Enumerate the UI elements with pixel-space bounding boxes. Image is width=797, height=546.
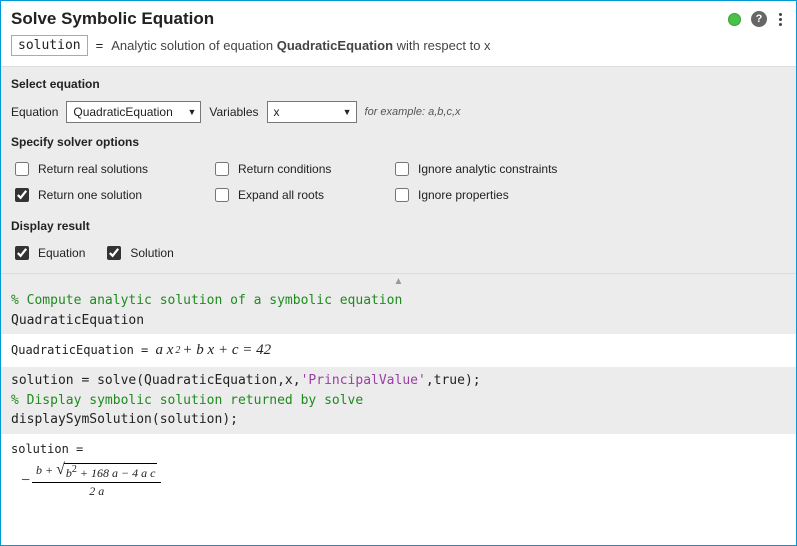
chk-display-equation[interactable]: Equation [11, 243, 85, 263]
chevron-down-icon: ▼ [343, 107, 352, 117]
header-icons: ? [728, 11, 784, 28]
collapse-arrow-icon[interactable]: ▲ [1, 273, 796, 287]
chk-display-solution-input[interactable] [107, 246, 121, 260]
code-solve-post: ,true); [426, 373, 481, 388]
code-line-solve: solution = solve(QuadraticEquation,x,'Pr… [11, 371, 786, 391]
fraction-numerator: b + √b2 + 168 a − 4 a c [32, 463, 161, 483]
solution-varname: solution = [11, 442, 83, 456]
select-equation-title: Select equation [11, 77, 786, 91]
eq-term-rest: + b x + c = 42 [182, 342, 271, 359]
variables-select-value: x [274, 105, 280, 119]
description-eqname: QuadraticEquation [277, 38, 393, 53]
sqrt-icon: √b2 + 168 a − 4 a c [56, 463, 157, 481]
equation-select[interactable]: QuadraticEquation ▼ [66, 101, 201, 123]
panel-title: Solve Symbolic Equation [11, 9, 728, 29]
task-panel: Solve Symbolic Equation ? solution = Ana… [0, 0, 797, 546]
display-result-row: Equation Solution [11, 243, 786, 263]
chk-return-one-input[interactable] [15, 188, 29, 202]
example-value: a,b,c,x [428, 106, 460, 118]
equation-row: Equation QuadraticEquation ▼ Variables x… [11, 101, 786, 123]
code-solve-pre: solution = solve(QuadraticEquation,x, [11, 373, 301, 388]
sqrt-rest: + 168 a − 4 a c [77, 466, 156, 480]
solver-options-title: Specify solver options [11, 135, 786, 149]
eq-term-exp: 2 [175, 345, 180, 356]
code-line-eqname: QuadraticEquation [11, 311, 786, 331]
equation-select-value: QuadraticEquation [73, 105, 172, 119]
chk-display-equation-label: Equation [38, 246, 85, 260]
chk-expand-roots[interactable]: Expand all roots [211, 185, 391, 205]
description-row: solution = Analytic solution of equation… [1, 31, 796, 66]
solution-output-expr: − b + √b2 + 168 a − 4 a c 2 a [1, 459, 796, 509]
solver-options-grid: Return real solutions Return conditions … [11, 159, 786, 205]
chk-return-conditions-input[interactable] [215, 162, 229, 176]
variables-example: for example: a,b,c,x [365, 106, 461, 118]
description-suffix: with respect to x [393, 38, 491, 53]
eq-output-expr: a x2 + b x + c = 42 [156, 342, 272, 359]
kebab-menu-icon[interactable] [777, 11, 784, 28]
chk-return-one[interactable]: Return one solution [11, 185, 211, 205]
chk-ignore-analytic[interactable]: Ignore analytic constraints [391, 159, 611, 179]
variables-select[interactable]: x ▼ [267, 101, 357, 123]
equation-label: Equation [11, 105, 58, 119]
select-equation-section: Select equation Equation QuadraticEquati… [1, 66, 796, 273]
description-prefix: Analytic solution of equation [111, 38, 277, 53]
output-variable[interactable]: solution [11, 35, 88, 56]
display-result-title: Display result [11, 219, 786, 233]
chk-expand-roots-input[interactable] [215, 188, 229, 202]
solution-output-name: solution = [1, 434, 796, 459]
chk-expand-roots-label: Expand all roots [238, 188, 324, 202]
description-text: Analytic solution of equation QuadraticE… [111, 38, 490, 53]
variables-label: Variables [209, 105, 258, 119]
chk-display-equation-input[interactable] [15, 246, 29, 260]
fraction-denominator: 2 a [89, 483, 104, 499]
eq-output-name: QuadraticEquation = [11, 343, 156, 357]
chk-display-solution[interactable]: Solution [103, 243, 173, 263]
code-comment-2: % Display symbolic solution returned by … [11, 393, 363, 408]
equals-sign: = [96, 38, 104, 53]
code-solve-string: 'PrincipalValue' [301, 373, 426, 388]
chk-return-conditions[interactable]: Return conditions [211, 159, 391, 179]
chk-ignore-properties[interactable]: Ignore properties [391, 185, 611, 205]
chevron-down-icon: ▼ [187, 107, 196, 117]
example-prefix: for example: [365, 106, 429, 118]
num-b: b + [36, 463, 56, 477]
chk-return-conditions-label: Return conditions [238, 162, 331, 176]
chk-return-real-input[interactable] [15, 162, 29, 176]
chk-ignore-analytic-label: Ignore analytic constraints [418, 162, 557, 176]
equation-output: QuadraticEquation = a x2 + b x + c = 42 [1, 334, 796, 367]
status-dot-icon [728, 13, 741, 26]
help-icon[interactable]: ? [751, 11, 767, 27]
negative-sign: − [21, 472, 30, 490]
chk-ignore-properties-label: Ignore properties [418, 188, 509, 202]
chk-return-real-label: Return real solutions [38, 162, 148, 176]
chk-return-real[interactable]: Return real solutions [11, 159, 211, 179]
panel-header: Solve Symbolic Equation ? [1, 1, 796, 31]
code-block-1: % Compute analytic solution of a symboli… [1, 287, 796, 334]
solution-fraction: b + √b2 + 168 a − 4 a c 2 a [32, 463, 161, 499]
chk-display-solution-label: Solution [130, 246, 173, 260]
chk-ignore-analytic-input[interactable] [395, 162, 409, 176]
code-block-2: solution = solve(QuadraticEquation,x,'Pr… [1, 367, 796, 434]
code-comment-1: % Compute analytic solution of a symboli… [11, 293, 402, 308]
chk-ignore-properties-input[interactable] [395, 188, 409, 202]
code-line-display: displaySymSolution(solution); [11, 410, 786, 430]
eq-term-ax: a x [156, 342, 174, 359]
chk-return-one-label: Return one solution [38, 188, 142, 202]
